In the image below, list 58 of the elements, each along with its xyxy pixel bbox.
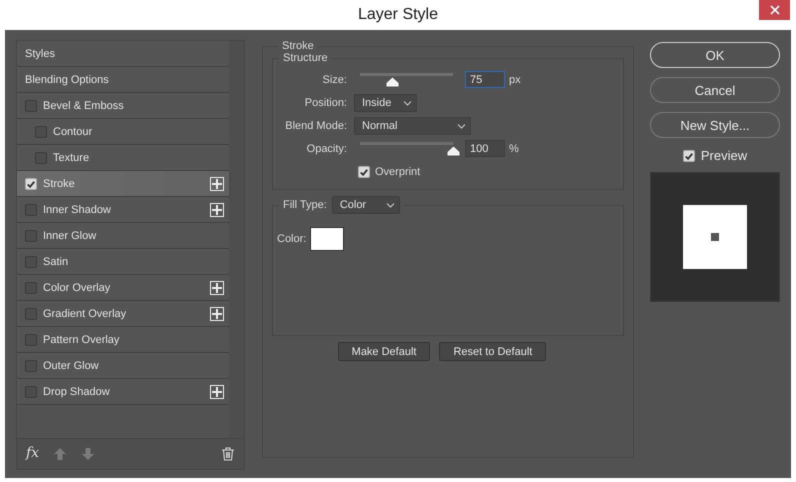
checkbox[interactable] — [25, 230, 37, 242]
checkbox[interactable] — [25, 100, 37, 112]
unit-label: % — [509, 142, 519, 154]
close-button[interactable] — [759, 0, 790, 20]
checkbox[interactable] — [35, 152, 47, 164]
checkbox[interactable] — [25, 178, 37, 190]
field-label: Size: — [322, 74, 347, 86]
checkbox[interactable] — [25, 204, 37, 216]
section-title: Structure — [282, 52, 329, 64]
dropdown[interactable]: Normal — [354, 116, 471, 134]
field-label: Color: — [277, 233, 306, 245]
plus-icon — [211, 204, 223, 216]
close-icon — [770, 5, 780, 15]
preview-square-drawing — [683, 205, 747, 269]
dialog-button[interactable]: Cancel — [650, 77, 780, 103]
dialog-button[interactable]: OK — [650, 42, 780, 68]
field-label: Position: — [304, 96, 347, 108]
dropdown[interactable]: Color — [332, 196, 400, 214]
add-effect-button[interactable] — [210, 306, 224, 320]
field-label: Blend Mode: — [284, 120, 347, 132]
checkbox[interactable] — [25, 360, 37, 372]
action-button[interactable]: Reset to Default — [439, 342, 546, 361]
add-effect-button[interactable] — [210, 176, 224, 190]
field-label: Fill Type: — [283, 199, 327, 211]
checkbox[interactable] — [682, 150, 695, 162]
add-effect-button[interactable] — [210, 202, 224, 216]
window-title: Layer Style — [358, 6, 438, 24]
trash-icon[interactable] — [221, 447, 235, 461]
checkbox-label: Overprint — [375, 166, 420, 178]
color-swatch[interactable] — [310, 227, 344, 251]
number-field[interactable]: 75 — [465, 71, 505, 88]
plus-icon — [211, 282, 223, 294]
add-effect-button[interactable] — [210, 280, 224, 294]
chevron-icon — [457, 122, 466, 128]
unit-label: px — [509, 74, 521, 86]
checkbox-label: Preview — [700, 148, 748, 163]
plus-icon — [211, 308, 223, 320]
effect-list-item[interactable]: Stroke — [17, 171, 229, 197]
checkbox[interactable] — [25, 256, 37, 268]
action-button[interactable]: Make Default — [338, 342, 430, 361]
checkbox[interactable] — [25, 308, 37, 320]
effects-menu-button[interactable]: fx — [26, 444, 40, 464]
checkbox[interactable] — [25, 334, 37, 346]
field-label: Opacity: — [306, 142, 347, 154]
dialog-button[interactable]: New Style... — [650, 112, 780, 138]
checkbox[interactable] — [25, 386, 37, 398]
slider-thumb[interactable] — [447, 146, 460, 156]
dropdown[interactable]: Inside — [354, 94, 417, 112]
checkbox[interactable] — [35, 126, 47, 138]
section-title: Stroke — [281, 40, 315, 52]
plus-icon — [211, 178, 223, 190]
plus-icon — [211, 386, 223, 398]
checkbox[interactable] — [25, 282, 37, 294]
chevron-icon — [403, 100, 412, 106]
checkbox[interactable] — [358, 166, 370, 178]
chevron-icon — [386, 202, 395, 208]
number-field[interactable]: 100 — [465, 140, 505, 157]
add-effect-button[interactable] — [210, 384, 224, 398]
